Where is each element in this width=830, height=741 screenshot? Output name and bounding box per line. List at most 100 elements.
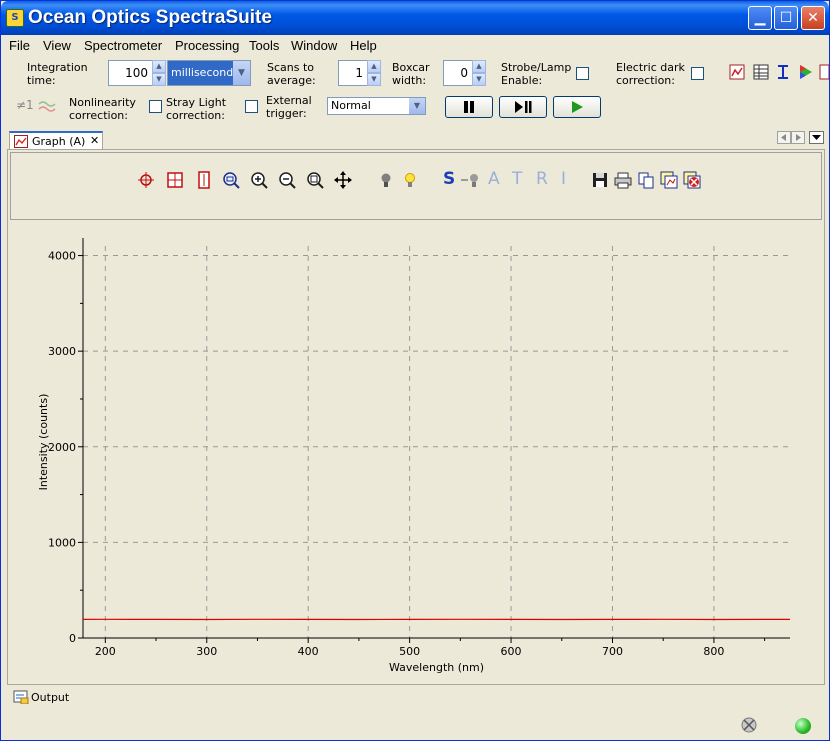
title-bar[interactable]: S Ocean Optics SpectraSuite ▁ ☐ ✕: [1, 1, 829, 35]
minimize-icon: ▁: [754, 10, 766, 26]
electric-dark-checkbox[interactable]: [691, 67, 704, 80]
trigger-value: Normal: [331, 99, 371, 112]
acquisition-status-led: [795, 718, 811, 734]
nonlinearity-icon: ≠1: [16, 98, 34, 112]
transmission-mode-icon[interactable]: T: [512, 169, 522, 189]
save-icon[interactable]: [591, 171, 609, 189]
close-icon: ✕: [807, 10, 819, 26]
tab-graph-a[interactable]: Graph (A) ✕: [9, 131, 103, 150]
integration-units-value: milliseconds: [171, 66, 239, 79]
stray-label-1: Stray Light: [166, 96, 227, 109]
menu-view[interactable]: View: [43, 38, 71, 53]
zoom-fit-icon[interactable]: [222, 171, 240, 189]
scope-mode-icon[interactable]: S: [443, 169, 455, 189]
spin-up-icon[interactable]: ▲: [152, 60, 166, 73]
output-icon[interactable]: [13, 690, 29, 704]
y-axis-label: Intensity (counts): [37, 394, 50, 491]
nonlinearity-checkbox[interactable]: [149, 100, 162, 113]
pause-icon: [464, 101, 474, 113]
chevron-down-icon[interactable]: ▼: [409, 98, 425, 114]
nonlin-label-2: correction:: [69, 109, 128, 122]
x-tick-label: 500: [399, 645, 420, 658]
zoom-reset-icon[interactable]: [306, 171, 324, 189]
minimize-button[interactable]: ▁: [748, 6, 772, 30]
integration-spinner[interactable]: ▲ ▼: [152, 60, 166, 86]
zoom-out-icon[interactable]: [278, 171, 296, 189]
menu-help[interactable]: Help: [350, 38, 377, 53]
overflow-graph-icon[interactable]: [819, 64, 829, 80]
stray-light-wave-icon: [38, 101, 56, 112]
spin-up-icon[interactable]: ▲: [472, 60, 486, 73]
play-icon: [572, 101, 583, 113]
x-tick-label: 400: [298, 645, 319, 658]
maximize-icon: ☐: [779, 10, 793, 26]
spectrum-chart[interactable]: 200 300 400 500 600 700 800 0 1000 2000 3000 4000 Wa…: [10, 222, 822, 682]
scans-label-1: Scans to: [267, 61, 315, 74]
menu-spectrometer[interactable]: Spectrometer: [84, 38, 162, 53]
y-tick-label: 0: [69, 632, 76, 645]
crosshair-icon[interactable]: [137, 171, 155, 189]
menu-file[interactable]: File: [9, 38, 30, 53]
strobe-label-2: Enable:: [501, 74, 543, 87]
external-trigger-select[interactable]: Normal ▼: [327, 97, 426, 115]
print-icon[interactable]: [614, 171, 632, 189]
scans-spinner[interactable]: ▲ ▼: [367, 60, 381, 86]
step-play-icon: [515, 101, 532, 113]
reflection-mode-icon[interactable]: R: [536, 169, 548, 189]
irradiance-mode-icon[interactable]: I: [561, 169, 566, 189]
close-button[interactable]: ✕: [801, 6, 825, 30]
boxcar-spinner[interactable]: ▲ ▼: [472, 60, 486, 86]
pause-button[interactable]: [445, 96, 493, 118]
tab-bar: Graph (A) ✕: [1, 127, 829, 150]
integration-time-input[interactable]: 100: [108, 60, 153, 86]
scans-label-2: average:: [267, 74, 316, 87]
text-cursor-icon[interactable]: [775, 64, 791, 80]
delete-overlay-icon[interactable]: [683, 171, 701, 189]
scans-to-average-input[interactable]: 1: [338, 60, 368, 86]
boxcar-width-input[interactable]: 0: [443, 60, 473, 86]
zoom-box-icon[interactable]: [166, 171, 184, 189]
color-wizard-icon[interactable]: [798, 64, 814, 80]
spin-down-icon[interactable]: ▼: [472, 73, 486, 86]
dark-label-2: correction:: [616, 74, 675, 87]
integration-units-select[interactable]: milliseconds ▼: [167, 60, 251, 86]
pan-icon[interactable]: [334, 171, 352, 189]
zoom-in-icon[interactable]: [250, 171, 268, 189]
spin-up-icon[interactable]: ▲: [367, 60, 381, 73]
menu-processing[interactable]: Processing: [175, 38, 239, 53]
strobe-label-1: Strobe/Lamp: [501, 61, 572, 74]
strobe-lamp-checkbox[interactable]: [576, 67, 589, 80]
tab-close-icon[interactable]: ✕: [90, 134, 99, 147]
absorbance-mode-icon[interactable]: A: [488, 169, 500, 189]
zoom-vertical-icon[interactable]: [195, 171, 213, 189]
device-status-icon[interactable]: [740, 716, 758, 734]
y-tick-label: 2000: [48, 441, 76, 454]
stray-light-checkbox[interactable]: [245, 100, 258, 113]
spin-down-icon[interactable]: ▼: [367, 73, 381, 86]
boxcar-label-1: Boxcar: [392, 61, 430, 74]
overlay-spectrum-icon[interactable]: [660, 171, 678, 189]
graph-view-icon[interactable]: [729, 64, 745, 80]
x-tick-label: 200: [95, 645, 116, 658]
tab-list-chevron-icon[interactable]: [809, 131, 824, 144]
maximize-button[interactable]: ☐: [774, 6, 798, 30]
menu-window[interactable]: Window: [291, 38, 337, 53]
x-axis-label: Wavelength (nm): [389, 661, 484, 674]
table-view-icon[interactable]: [753, 64, 769, 80]
spectrum-plot[interactable]: 200 300 400 500 600 700 800 0 1000 2000 3000 4000 Wa…: [10, 222, 822, 682]
chevron-down-icon[interactable]: ▼: [233, 61, 250, 85]
menu-tools[interactable]: Tools: [249, 38, 279, 53]
graph-toolbar: S A T R I: [10, 152, 822, 220]
bulb-on-icon[interactable]: [401, 171, 419, 189]
copy-icon[interactable]: [637, 171, 655, 189]
graph-view: S A T R I 200 300 400 500 600 700 800 0 …: [7, 149, 825, 685]
y-tick-label: 4000: [48, 250, 76, 263]
dark-reference-icon[interactable]: [460, 171, 478, 189]
bulb-off-icon[interactable]: [377, 171, 395, 189]
output-label[interactable]: Output: [31, 691, 69, 704]
tab-scroll-icon[interactable]: [777, 131, 805, 144]
single-scan-button[interactable]: [499, 96, 547, 118]
stray-label-2: correction:: [166, 109, 225, 122]
play-button[interactable]: [553, 96, 601, 118]
spin-down-icon[interactable]: ▼: [152, 73, 166, 86]
